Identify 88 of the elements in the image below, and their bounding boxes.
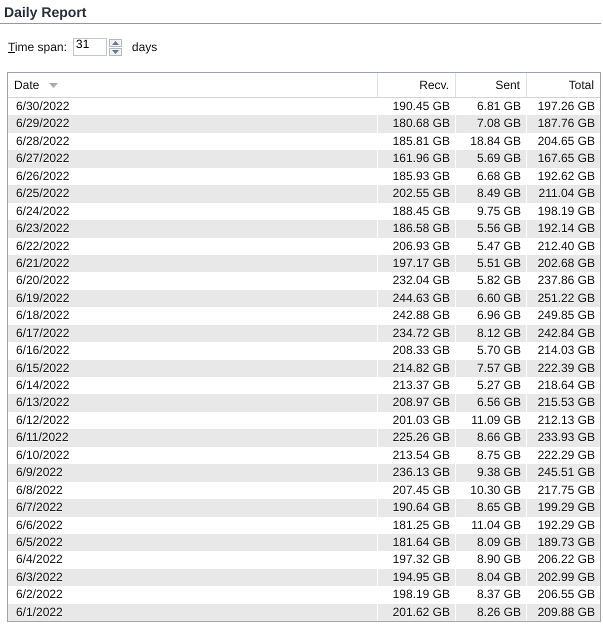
table-cell: 181.64 GB	[378, 534, 456, 552]
table-cell-text: 212.13 GB	[536, 412, 596, 429]
table-cell-text: 189.73 GB	[536, 534, 596, 551]
table-cell: 8.12 GB	[456, 324, 527, 342]
table-cell: 6/27/2022	[8, 150, 378, 168]
sort-descending-icon	[49, 82, 58, 88]
table-cell: 6/1/2022	[8, 604, 378, 622]
down-arrow-icon	[112, 50, 119, 54]
up-arrow-icon	[112, 40, 119, 44]
table-cell: 208.97 GB	[378, 394, 456, 412]
table-cell-text: 187.76 GB	[536, 115, 596, 132]
table-cell: 8.66 GB	[456, 429, 527, 447]
table-cell-text: 215.53 GB	[536, 394, 596, 412]
table-cell: 214.82 GB	[378, 360, 456, 378]
table-cell-text: 222.29 GB	[536, 446, 596, 464]
table-cell: 6/21/2022	[8, 254, 378, 272]
table-cell: 161.96 GB	[378, 150, 456, 168]
table-cell: 5.51 GB	[456, 254, 527, 272]
table-cell-text: 211.04 GB	[538, 185, 596, 202]
days-label: days	[132, 40, 158, 54]
table-cell: 6/13/2022	[8, 394, 378, 412]
table-cell-text: 214.03 GB	[536, 342, 596, 360]
table-cell: 8.49 GB	[456, 185, 527, 203]
table-cell: 6/15/2022	[8, 360, 378, 378]
table-cell: 8.26 GB	[456, 604, 527, 622]
report-title: Daily Report	[0, 0, 601, 24]
table-cell-text: 199.29 GB	[536, 499, 596, 516]
table-cell: 6/23/2022	[8, 220, 378, 238]
table-cell: 9.38 GB	[456, 464, 527, 482]
table-cell-text: 192.62 GB	[536, 168, 596, 185]
table-cell-text: 204.65 GB	[536, 132, 596, 150]
table-cell: 5.56 GB	[456, 220, 527, 238]
table-cell: 6/19/2022	[8, 290, 378, 308]
column-header[interactable]: Recv.	[378, 73, 456, 97]
table-cell: 194.95 GB	[378, 568, 456, 586]
table-cell-text: 167.65 GB	[536, 150, 596, 168]
column-header[interactable]: Sent	[456, 73, 527, 97]
table-cell-text: 209.88 GB	[536, 604, 596, 621]
table-cell: 7.08 GB	[456, 115, 527, 133]
table-cell: 8.04 GB	[456, 568, 527, 586]
table-cell: 5.69 GB	[456, 150, 527, 168]
increment-button[interactable]	[108, 38, 122, 46]
table-cell-text: 192.14 GB	[536, 220, 596, 238]
table-cell-text: 251.22 GB	[536, 290, 596, 307]
table-cell-text: 237.86 GB	[536, 272, 596, 290]
table-cell-text: 242.84 GB	[536, 324, 596, 342]
table-cell: 202.55 GB	[378, 185, 456, 203]
table-cell-text: 245.51 GB	[536, 464, 596, 482]
decrement-button[interactable]	[108, 48, 122, 56]
table-cell-text: 198.19 GB	[536, 202, 596, 220]
table-cell-text: 222.39 GB	[536, 360, 596, 377]
table-cell: 6/25/2022	[8, 185, 378, 203]
table-cell: 186.58 GB	[378, 220, 456, 238]
table-cell: 180.68 GB	[378, 115, 456, 133]
table-cell: 6/5/2022	[8, 534, 378, 552]
table-cell-text: 206.55 GB	[536, 586, 596, 604]
table-cell: 197.17 GB	[378, 254, 456, 272]
table-cell: 6/3/2022	[8, 568, 378, 586]
table-cell: 225.26 GB	[378, 429, 456, 447]
table-cell-text: 192.29 GB	[536, 516, 596, 534]
table-cell: 8.09 GB	[456, 534, 527, 552]
table-cell: 7.57 GB	[456, 360, 527, 378]
table-cell: 244.63 GB	[378, 290, 456, 308]
table-cell-text: 218.64 GB	[536, 377, 596, 394]
table-cell: 6.60 GB	[456, 290, 527, 308]
table-cell: 8.65 GB	[456, 499, 527, 517]
table-cell: 6/9/2022	[8, 464, 378, 482]
table-cell: 6/7/2022	[8, 499, 378, 517]
column-header[interactable]: Total	[527, 73, 600, 97]
table-cell-text: 249.85 GB	[536, 307, 596, 324]
table-cell: 190.64 GB	[378, 499, 456, 517]
time-span-field[interactable]: 31	[72, 38, 107, 56]
table-cell: 6/29/2022	[8, 115, 378, 133]
table-cell: 6.56 GB	[456, 394, 527, 412]
column-header[interactable]: Date	[8, 73, 378, 97]
table-cell-text: 202.68 GB	[536, 254, 596, 272]
table-cell-text: 197.26 GB	[536, 98, 596, 115]
table-cell-text: 233.93 GB	[536, 429, 596, 446]
table-cell-text: 206.22 GB	[536, 551, 596, 568]
table-cell: 6/17/2022	[8, 324, 378, 342]
table-cell-text: 202.99 GB	[536, 568, 596, 586]
time-span-label: Time span:	[8, 40, 67, 54]
table-cell: 201.62 GB	[378, 604, 456, 622]
table-cell: 234.72 GB	[378, 324, 456, 342]
table-cell-text: 217.75 GB	[536, 482, 596, 499]
table-cell-text: 212.40 GB	[536, 238, 596, 254]
table-cell: 236.13 GB	[378, 464, 456, 482]
table-cell: 6/11/2022	[8, 429, 378, 447]
